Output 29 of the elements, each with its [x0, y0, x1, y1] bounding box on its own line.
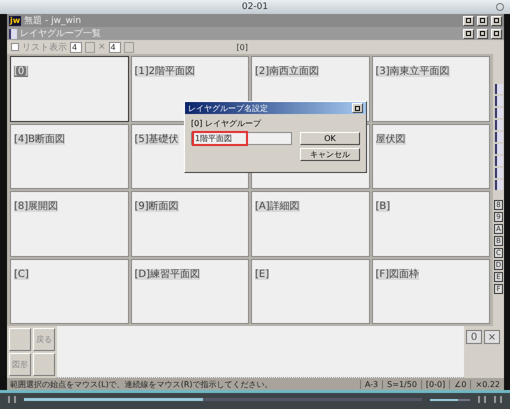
status-field: ×0.22	[470, 380, 504, 388]
times-sign: ×	[98, 42, 106, 52]
cell-label: [4]B断面図	[14, 134, 66, 144]
cell-label: [D]練習平面図	[134, 268, 200, 280]
cell-label: [C]	[14, 268, 29, 280]
cell-label: [A]詳細図	[255, 201, 300, 212]
cell-label: [B]	[376, 201, 390, 212]
app-logo: jw	[9, 16, 22, 26]
input-value: 1階平面図	[192, 131, 248, 146]
cell-label: [0]	[14, 66, 28, 77]
cell-label: 屋伏図	[376, 134, 406, 144]
cell-label: [E]	[255, 268, 270, 280]
status-field: S=1/50	[382, 380, 421, 388]
cell-label: [8]展開図	[14, 201, 58, 212]
cell-label: [1]2階平面図	[134, 66, 196, 77]
status-field: [0-0]	[420, 380, 450, 388]
cell-label: [3]南東立平面図	[376, 66, 450, 77]
cell-label: [9]断面図	[134, 201, 179, 212]
child-window-title: レイヤグループ一覧	[20, 27, 101, 40]
checkbox-label: リスト表示	[22, 42, 67, 54]
video-title: 02-01	[242, 2, 268, 12]
current-layer-label: [0]	[236, 42, 248, 52]
cell-label: [F]図面枠	[376, 268, 420, 280]
status-message: 範囲選択の始点をマウス(L)で、連続線をマウス(R)で指示してください。	[10, 378, 274, 390]
cell-label: [2]南西立面図	[255, 66, 320, 77]
status-field: ∠0	[449, 380, 470, 388]
cell-label: [5]基礎伏	[134, 134, 179, 144]
window-title: 無題 - jw_win	[24, 14, 82, 27]
status-field: A-3	[360, 380, 382, 388]
